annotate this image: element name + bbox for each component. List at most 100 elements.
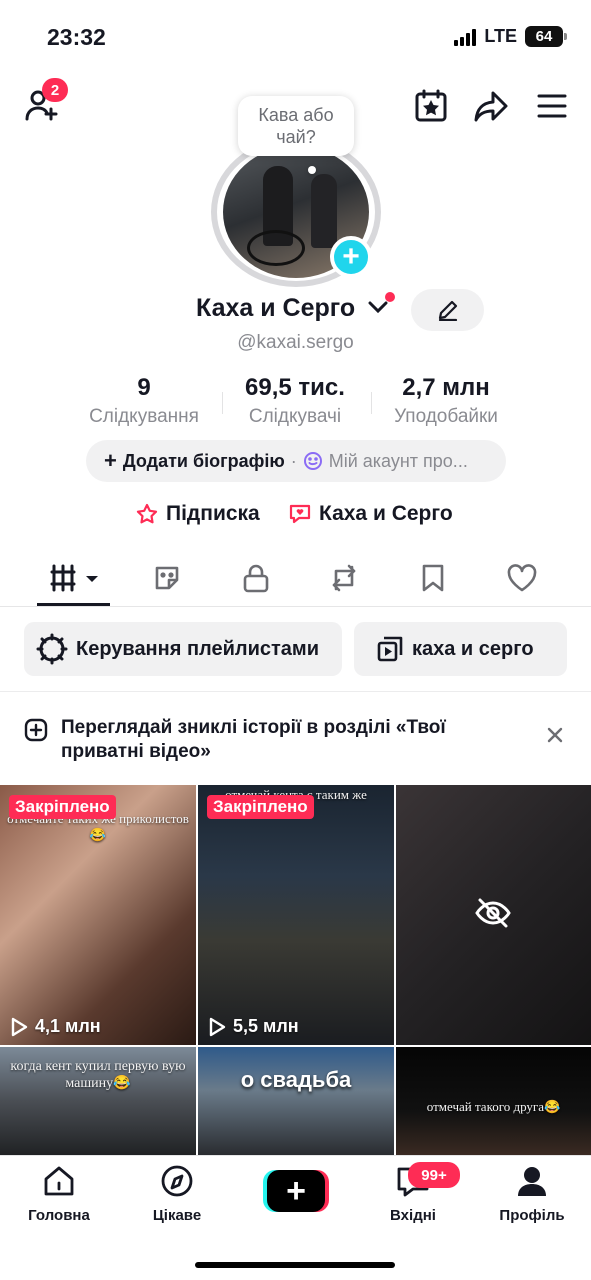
- repost-icon: [332, 564, 356, 592]
- tab-videos[interactable]: [44, 558, 104, 598]
- tab-private[interactable]: [226, 558, 286, 598]
- note-bubble[interactable]: Кава або чай?: [238, 96, 354, 156]
- subscription-link[interactable]: Підписка: [134, 502, 260, 526]
- username: @kaxai.sergo: [237, 332, 354, 353]
- active-tab-indicator: [37, 603, 110, 606]
- subscription-label: Підписка: [166, 502, 260, 525]
- view-count-value: 4,1 млн: [35, 1016, 101, 1036]
- nav-discover[interactable]: Цікаве: [127, 1164, 227, 1224]
- compass-icon: [161, 1165, 193, 1197]
- avatar[interactable]: +: [211, 137, 381, 287]
- stat-value: 2,7 млн: [402, 374, 490, 401]
- story-icon: [24, 718, 48, 742]
- add-friend-button[interactable]: 2: [20, 78, 68, 126]
- nav-profile[interactable]: Профіль: [482, 1164, 582, 1224]
- stat-divider: [222, 392, 223, 414]
- friend-page-label: Каха и Серго: [319, 502, 453, 525]
- video-thumbnail[interactable]: о свадьба: [198, 1047, 394, 1155]
- friend-page-link[interactable]: Каха и Серго: [287, 502, 453, 526]
- add-bio-button[interactable]: Додати біографію: [123, 451, 285, 472]
- video-thumbnail-hidden[interactable]: [396, 785, 591, 1045]
- profile-icon: [518, 1167, 546, 1196]
- nav-discover-label: Цікаве: [152, 1207, 202, 1224]
- pinned-badge: Закріплено: [207, 795, 314, 819]
- video-thumbnail[interactable]: когда кент купил первую вую машину😂: [0, 1047, 196, 1155]
- home-icon: [44, 1166, 74, 1196]
- smiley-icon: [303, 452, 322, 470]
- inbox-badge: 99+: [408, 1162, 460, 1188]
- create-button[interactable]: +: [263, 1170, 329, 1212]
- tab-liked[interactable]: [492, 558, 552, 598]
- bio-bar[interactable]: + Додати біографію · Мій акаунт про...: [86, 440, 506, 482]
- tab-stickers[interactable]: [137, 558, 197, 598]
- account-about-button[interactable]: Мій акаунт про...: [329, 451, 468, 472]
- bio-separator: ·: [290, 450, 297, 471]
- close-icon[interactable]: [546, 726, 564, 744]
- friends-badge: 2: [42, 78, 68, 102]
- video-caption: когда кент купил первую вую машину😂: [10, 1059, 186, 1091]
- chevron-down-icon[interactable]: [368, 300, 388, 314]
- view-count: 5,5 млн: [207, 1016, 299, 1037]
- view-count-value: 5,5 млн: [233, 1016, 299, 1036]
- video-caption: отмечай такого друга😂: [426, 1099, 561, 1114]
- heart-icon: [507, 564, 537, 592]
- divider: [0, 691, 591, 692]
- stat-value: 9: [137, 374, 151, 401]
- play-icon: [11, 1017, 28, 1036]
- stat-label: Уподобайки: [394, 406, 498, 427]
- tab-favorites[interactable]: [403, 558, 463, 598]
- plus-icon: +: [267, 1170, 325, 1212]
- notification-dot: [385, 292, 395, 302]
- video-thumbnail[interactable]: отмечайте таких же приколистов😂 Закріпле…: [0, 785, 196, 1045]
- note-text: Кава або чай?: [258, 105, 334, 147]
- view-count: 4,1 млн: [9, 1016, 101, 1037]
- videos-grid-icon: [50, 564, 98, 592]
- battery-level: 64: [535, 28, 553, 45]
- playlist-name: каха и серго: [412, 637, 534, 660]
- video-caption: о свадьба: [240, 1067, 352, 1092]
- stat-label: Слідкування: [89, 406, 199, 427]
- star-sparkle-icon: [136, 503, 158, 524]
- video-thumbnail[interactable]: отмечай кента с таким же Закріплено 5,5 …: [198, 785, 394, 1045]
- video-thumbnail[interactable]: отмечай такого друга😂: [396, 1047, 591, 1155]
- edit-pencil-icon: [438, 300, 457, 321]
- stat-likes[interactable]: 2,7 млн Уподобайки: [376, 374, 516, 428]
- stat-followers[interactable]: 69,5 тис. Слідкувачі: [225, 374, 365, 428]
- playlist-icon: [377, 636, 403, 662]
- bookmark-icon: [422, 564, 444, 592]
- home-indicator: [195, 1262, 395, 1268]
- lock-icon: [243, 564, 269, 593]
- pinned-badge: Закріплено: [9, 795, 116, 819]
- add-story-button[interactable]: +: [330, 236, 372, 278]
- calendar-star-icon: [415, 89, 447, 122]
- manage-playlists-button[interactable]: Керування плейлистами: [24, 622, 342, 676]
- display-name[interactable]: Каха и Серго: [196, 294, 355, 323]
- play-icon: [209, 1017, 226, 1036]
- notice-text: Переглядай зниклі історії в розділі «Тво…: [61, 717, 446, 762]
- share-icon: [474, 91, 508, 122]
- stat-divider: [371, 392, 372, 414]
- share-button[interactable]: [471, 86, 511, 126]
- signal-icon: [454, 28, 477, 46]
- nav-inbox[interactable]: Вхідні 99+: [363, 1162, 463, 1224]
- menu-button[interactable]: [533, 86, 571, 126]
- content-tabs: [0, 552, 591, 607]
- calendar-button[interactable]: [411, 86, 451, 126]
- edit-profile-button[interactable]: [411, 289, 484, 331]
- video-grid: отмечайте таких же приколистов😂 Закріпле…: [0, 785, 591, 1155]
- status-time: 23:32: [47, 24, 106, 50]
- stat-following[interactable]: 9 Слідкування: [74, 374, 214, 428]
- nav-home[interactable]: Головна: [9, 1164, 109, 1224]
- battery-icon: 64: [525, 26, 567, 47]
- eye-off-icon: [475, 898, 511, 928]
- heart-chat-icon: [289, 504, 311, 524]
- status-bar: 23:32 LTE 64: [0, 0, 591, 74]
- stat-value: 69,5 тис.: [245, 374, 345, 401]
- tab-reposts[interactable]: [314, 558, 374, 598]
- manage-playlists-label: Керування плейлистами: [76, 637, 320, 660]
- nav-profile-label: Профіль: [499, 1207, 565, 1224]
- menu-icon: [537, 94, 567, 118]
- nav-home-label: Головна: [28, 1207, 90, 1224]
- private-stories-notice[interactable]: Переглядай зниклі історії в розділі «Тво…: [0, 716, 591, 776]
- playlist-button[interactable]: каха и серго: [354, 622, 567, 676]
